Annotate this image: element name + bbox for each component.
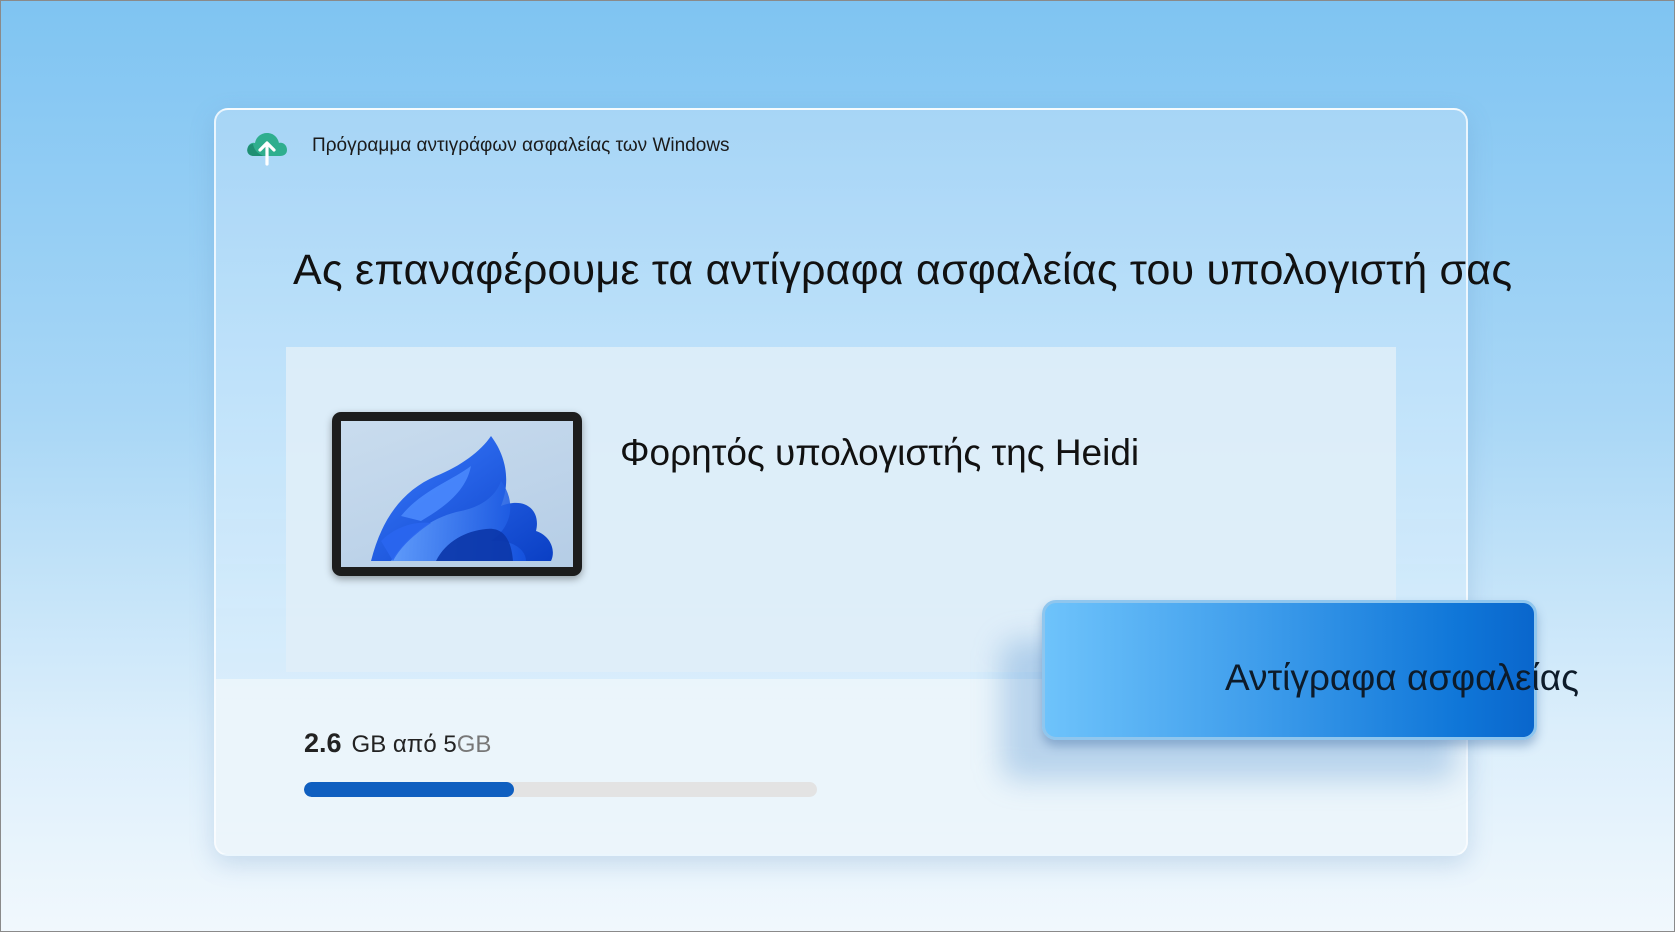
storage-unit: GB xyxy=(456,731,492,758)
title-bar: Πρόγραμμα αντιγράφων ασφαλείας των Windo… xyxy=(244,126,730,166)
storage-progress-bar xyxy=(304,782,817,797)
storage-progress-fill xyxy=(304,782,515,797)
app-title: Πρόγραμμα αντιγράφων ασφαλείας των Windo… xyxy=(312,135,730,156)
backup-button[interactable]: Αντίγραφα ασφαλείας xyxy=(1042,600,1579,740)
device-name: Φορητός υπολογιστής της Heidi xyxy=(620,432,1140,473)
cloud-upload-icon xyxy=(244,126,290,166)
tablet-image xyxy=(332,412,582,576)
windows-bloom-wallpaper xyxy=(341,421,573,567)
page-headline: Ας επαναφέρουμε τα αντίγραφα ασφαλείας τ… xyxy=(293,246,1513,294)
storage-total-text: GB από 5 xyxy=(351,731,457,758)
storage-used-value: 2.6 xyxy=(304,728,342,758)
backup-window: Πρόγραμμα αντιγράφων ασφαλείας των Windo… xyxy=(214,108,1579,856)
storage-usage: 2.6 GB από 5 GB xyxy=(304,728,491,759)
backup-button-label: Αντίγραφα ασφαλείας xyxy=(1225,657,1579,698)
